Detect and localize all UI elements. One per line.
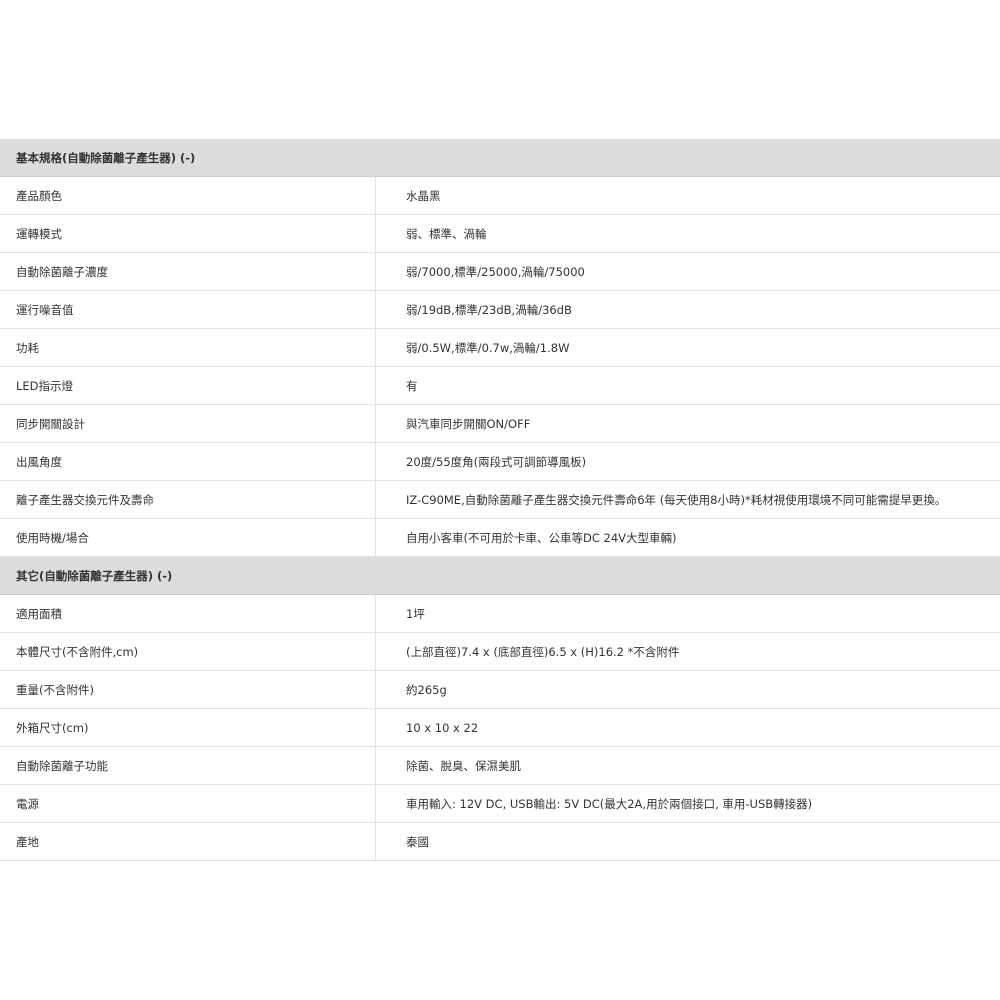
row-label: 電源 [0,785,376,822]
row-value: 10 x 10 x 22 [376,709,1000,746]
row-label-text: 重量(不含附件) [16,682,94,697]
row-value-text: 有 [406,378,418,393]
row-label-text: 運行噪音值 [16,302,74,317]
row-value: 車用輸入: 12V DC, USB輸出: 5V DC(最大2A,用於兩個接口, … [376,785,1000,822]
row-value: 與汽車同步開關ON/OFF [376,405,1000,442]
row-value-text: 10 x 10 x 22 [406,720,479,735]
table-row: 電源 車用輸入: 12V DC, USB輸出: 5V DC(最大2A,用於兩個接… [0,785,1000,823]
row-value-text: 與汽車同步開關ON/OFF [406,416,531,431]
row-label: 重量(不含附件) [0,671,376,708]
row-label: 同步開關設計 [0,405,376,442]
table-row: 產品顏色 水晶黑 [0,177,1000,215]
row-value: 泰國 [376,823,1000,860]
table-row: 重量(不含附件) 約265g [0,671,1000,709]
row-value-text: 除菌、脫臭、保濕美肌 [406,758,521,773]
row-label: 適用面積 [0,595,376,632]
row-label-text: 自動除菌離子濃度 [16,264,108,279]
row-label: 產地 [0,823,376,860]
row-label: 外箱尺寸(cm) [0,709,376,746]
row-label-text: 產地 [16,834,39,849]
row-label: 自動除菌離子濃度 [0,253,376,290]
row-value-text: 自用小客車(不可用於卡車、公車等DC 24V大型車輛) [406,530,677,545]
row-label-text: 本體尺寸(不含附件,cm) [16,644,139,659]
row-label-text: 外箱尺寸(cm) [16,720,89,735]
table-row: LED指示燈 有 [0,367,1000,405]
row-value-text: 弱/19dB,標準/23dB,渦輪/36dB [406,302,572,317]
row-value-text: 1坪 [406,606,425,621]
row-value-text: 車用輸入: 12V DC, USB輸出: 5V DC(最大2A,用於兩個接口, … [406,796,813,811]
row-label: 本體尺寸(不含附件,cm) [0,633,376,670]
row-label-text: 功耗 [16,340,39,355]
row-label-text: 電源 [16,796,39,811]
row-label-text: 使用時機/場合 [16,530,89,545]
row-value: 弱、標準、渦輪 [376,215,1000,252]
row-value: 約265g [376,671,1000,708]
row-label: 自動除菌離子功能 [0,747,376,784]
row-value-text: (上部直徑)7.4 x (底部直徑)6.5 x (H)16.2 *不含附件 [406,644,680,659]
row-value: 弱/7000,標準/25000,渦輪/75000 [376,253,1000,290]
row-value-text: 弱/7000,標準/25000,渦輪/75000 [406,264,585,279]
table-row: 離子產生器交換元件及壽命 IZ-C90ME,自動除菌離子產生器交換元件壽命6年 … [0,481,1000,519]
table-row: 適用面積 1坪 [0,595,1000,633]
row-label: 功耗 [0,329,376,366]
row-value-text: 弱、標準、渦輪 [406,226,487,241]
table-row: 本體尺寸(不含附件,cm) (上部直徑)7.4 x (底部直徑)6.5 x (H… [0,633,1000,671]
row-value-text: 約265g [406,682,447,697]
row-value: 水晶黑 [376,177,1000,214]
table-row: 出風角度 20度/55度角(兩段式可調節導風板) [0,443,1000,481]
row-value: (上部直徑)7.4 x (底部直徑)6.5 x (H)16.2 *不含附件 [376,633,1000,670]
row-label-text: 離子產生器交換元件及壽命 [16,492,154,507]
row-value: 弱/0.5W,標準/0.7w,渦輪/1.8W [376,329,1000,366]
row-value: 1坪 [376,595,1000,632]
row-label: 運轉模式 [0,215,376,252]
row-label-text: 同步開關設計 [16,416,85,431]
table-row: 同步開關設計 與汽車同步開關ON/OFF [0,405,1000,443]
row-label-text: 產品顏色 [16,188,62,203]
table-row: 使用時機/場合 自用小客車(不可用於卡車、公車等DC 24V大型車輛) [0,519,1000,557]
table-row: 外箱尺寸(cm) 10 x 10 x 22 [0,709,1000,747]
section-header-basic-specs[interactable]: 基本規格(自動除菌離子產生器) (-) [0,139,1000,177]
spec-table: 基本規格(自動除菌離子產生器) (-) 產品顏色 水晶黑 運轉模式 弱、標準、渦… [0,139,1000,861]
row-label-text: LED指示燈 [16,378,74,393]
table-row: 運轉模式 弱、標準、渦輪 [0,215,1000,253]
row-label: 運行噪音值 [0,291,376,328]
row-label: LED指示燈 [0,367,376,404]
row-label-text: 自動除菌離子功能 [16,758,108,773]
row-value-text: 20度/55度角(兩段式可調節導風板) [406,454,587,469]
table-row: 功耗 弱/0.5W,標準/0.7w,渦輪/1.8W [0,329,1000,367]
row-value: 除菌、脫臭、保濕美肌 [376,747,1000,784]
row-value-text: 弱/0.5W,標準/0.7w,渦輪/1.8W [406,340,570,355]
row-value-text: 泰國 [406,834,429,849]
row-value: IZ-C90ME,自動除菌離子產生器交換元件壽命6年 (每天使用8小時)*耗材視… [376,481,1000,518]
row-value: 自用小客車(不可用於卡車、公車等DC 24V大型車輛) [376,519,1000,556]
table-row: 自動除菌離子濃度 弱/7000,標準/25000,渦輪/75000 [0,253,1000,291]
table-row: 運行噪音值 弱/19dB,標準/23dB,渦輪/36dB [0,291,1000,329]
row-label: 使用時機/場合 [0,519,376,556]
table-row: 自動除菌離子功能 除菌、脫臭、保濕美肌 [0,747,1000,785]
row-label-text: 出風角度 [16,454,62,469]
section-header-other[interactable]: 其它(自動除菌離子產生器) (-) [0,557,1000,595]
row-label-text: 適用面積 [16,606,62,621]
table-row: 產地 泰國 [0,823,1000,861]
row-value: 20度/55度角(兩段式可調節導風板) [376,443,1000,480]
row-value-text: 水晶黑 [406,188,441,203]
row-label: 出風角度 [0,443,376,480]
row-value: 弱/19dB,標準/23dB,渦輪/36dB [376,291,1000,328]
row-label: 離子產生器交換元件及壽命 [0,481,376,518]
row-label-text: 運轉模式 [16,226,62,241]
row-value: 有 [376,367,1000,404]
row-label: 產品顏色 [0,177,376,214]
row-value-text: IZ-C90ME,自動除菌離子產生器交換元件壽命6年 (每天使用8小時)*耗材視… [406,492,947,507]
